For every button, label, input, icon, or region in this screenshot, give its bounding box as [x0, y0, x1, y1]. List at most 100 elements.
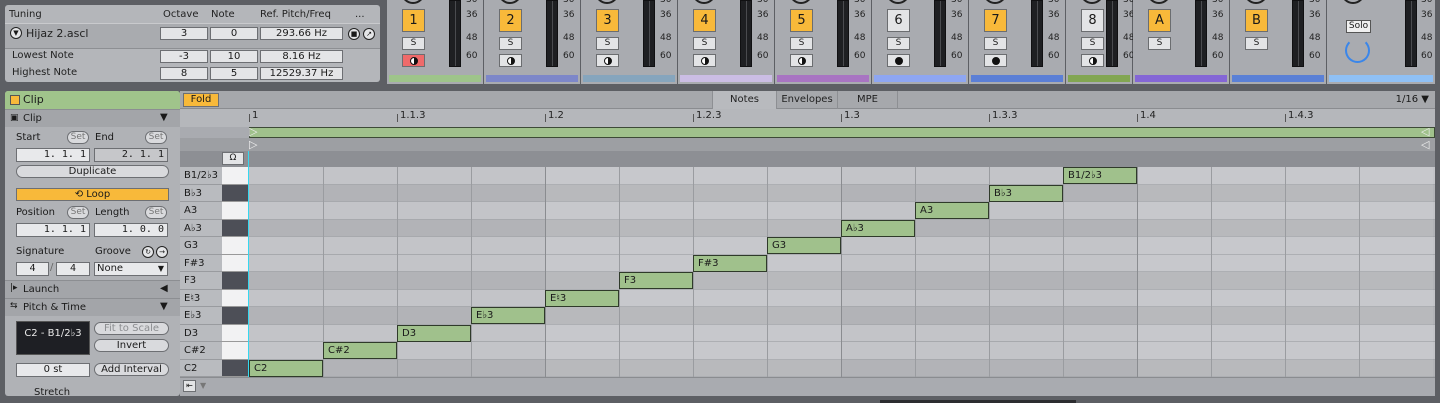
midi-note[interactable]: G3: [767, 237, 841, 254]
monitor-button[interactable]: [596, 54, 619, 67]
signature-denominator[interactable]: 4: [56, 262, 90, 276]
midi-note[interactable]: A♭3: [841, 219, 915, 237]
pan-knob[interactable]: [789, 0, 813, 4]
midi-note[interactable]: E♭3: [471, 307, 545, 324]
tuning-file-name[interactable]: Hijaz 2.ascl: [26, 27, 88, 40]
fold-button[interactable]: Fold: [183, 93, 219, 107]
pan-knob[interactable]: [983, 0, 1007, 4]
midi-note[interactable]: F#3: [693, 254, 767, 272]
lowest-octave-field[interactable]: -3: [160, 50, 208, 63]
pan-knob[interactable]: [1244, 0, 1268, 4]
track-activator-button[interactable]: 2: [499, 9, 522, 32]
clip-end-marker-icon[interactable]: ◁: [1421, 138, 1429, 151]
end-field[interactable]: 2. 1. 1: [94, 148, 168, 162]
piano-key[interactable]: [222, 254, 248, 272]
solo-button[interactable]: S: [984, 37, 1007, 50]
midi-note[interactable]: A3: [915, 202, 989, 219]
track-activator-button[interactable]: 6: [887, 9, 910, 32]
piano-key[interactable]: [222, 219, 248, 237]
groove-select[interactable]: None ▼: [94, 262, 168, 276]
fold-key-icon[interactable]: ⇤: [183, 380, 196, 392]
highest-octave-field[interactable]: 8: [160, 67, 208, 80]
pitch-time-section-header[interactable]: Pitch & Time: [5, 298, 180, 316]
length-set-button[interactable]: Set: [145, 206, 167, 219]
note-grid[interactable]: B1/2♭3 B♭3 A3 A♭3 G3 F#3 F3 E♮3 E♭3 D3 C#2 C2 C2 C#2 D…: [180, 167, 1435, 377]
solo-button[interactable]: S: [596, 37, 619, 50]
pan-knob[interactable]: [1147, 0, 1171, 4]
monitor-button[interactable]: [1081, 54, 1104, 67]
tuning-dropdown-icon[interactable]: ▼: [10, 27, 22, 39]
solo-button[interactable]: S: [1148, 37, 1171, 50]
piano-key[interactable]: [222, 272, 248, 290]
track-activator-button[interactable]: A: [1148, 9, 1171, 32]
groove-hotswap-icon[interactable]: ↻: [142, 246, 154, 258]
midi-note[interactable]: B♭3: [989, 184, 1063, 202]
piano-key[interactable]: [222, 202, 248, 220]
fit-to-scale-button[interactable]: Fit to Scale: [94, 322, 169, 335]
midi-note[interactable]: E♮3: [545, 289, 619, 307]
preview-headphones-icon[interactable]: Ω: [222, 152, 244, 165]
solo-button[interactable]: S: [1245, 37, 1268, 50]
launch-section-header[interactable]: Launch: [5, 280, 180, 298]
midi-note[interactable]: C#2: [323, 342, 397, 359]
end-set-button[interactable]: Set: [145, 131, 167, 144]
midi-note[interactable]: D3: [397, 324, 471, 342]
ref-note-field[interactable]: 0: [210, 27, 258, 40]
monitor-button[interactable]: [790, 54, 813, 67]
highest-freq-field[interactable]: 12529.37 Hz: [260, 67, 343, 80]
export-icon[interactable]: ↗: [363, 28, 375, 40]
clip-section-header[interactable]: Clip: [5, 109, 180, 127]
tab-envelopes[interactable]: Envelopes: [776, 91, 837, 109]
chevron-down-icon[interactable]: ▼: [200, 381, 206, 390]
lowest-note-field[interactable]: 10: [210, 50, 258, 63]
collapse-triangle-icon[interactable]: ▼: [160, 301, 168, 312]
track-activator-button[interactable]: 4: [693, 9, 716, 32]
pan-knob[interactable]: [692, 0, 716, 4]
add-interval-button[interactable]: Add Interval: [94, 363, 169, 376]
pan-knob[interactable]: [1080, 0, 1104, 4]
monitor-button[interactable]: [693, 54, 716, 67]
clip-start-marker-icon[interactable]: ▷: [249, 138, 257, 151]
tab-mpe[interactable]: MPE: [837, 91, 898, 109]
position-set-button[interactable]: Set: [67, 206, 89, 219]
expand-triangle-icon[interactable]: ◀: [160, 283, 168, 294]
piano-key[interactable]: [222, 359, 248, 377]
midi-note[interactable]: C2: [249, 359, 323, 377]
solo-button[interactable]: S: [693, 37, 716, 50]
piano-key[interactable]: [222, 237, 248, 255]
monitor-button[interactable]: [499, 54, 522, 67]
solo-button[interactable]: S: [887, 37, 910, 50]
pan-knob[interactable]: [1341, 0, 1365, 4]
track-activator-button[interactable]: 3: [596, 9, 619, 32]
start-set-button[interactable]: Set: [67, 131, 89, 144]
monitor-button[interactable]: [984, 54, 1007, 67]
piano-key[interactable]: [222, 324, 248, 342]
lowest-freq-field[interactable]: 8.16 Hz: [260, 50, 343, 63]
solo-button[interactable]: S: [499, 37, 522, 50]
start-field[interactable]: 1. 1. 1: [16, 148, 90, 162]
loop-brace[interactable]: [249, 127, 1435, 138]
piano-key[interactable]: [222, 342, 248, 360]
pan-knob[interactable]: [595, 0, 619, 4]
piano-key[interactable]: [222, 167, 248, 185]
solo-button[interactable]: S: [790, 37, 813, 50]
piano-key[interactable]: [222, 184, 248, 202]
loop-start-marker-icon[interactable]: ▷: [249, 125, 257, 138]
ref-freq-field[interactable]: 293.66 Hz: [260, 27, 343, 40]
track-activator-button[interactable]: 1: [402, 9, 425, 32]
duplicate-button[interactable]: Duplicate: [16, 165, 169, 178]
track-activator-button[interactable]: 7: [984, 9, 1007, 32]
position-field[interactable]: 1. 1. 1: [16, 223, 90, 237]
save-icon[interactable]: ■: [348, 28, 360, 40]
interval-field[interactable]: 0 st: [16, 363, 90, 377]
collapse-triangle-icon[interactable]: ▼: [160, 112, 168, 123]
signature-numerator[interactable]: 4: [16, 262, 49, 276]
grid-size-select[interactable]: 1/16 ▼: [1396, 94, 1429, 105]
master-solo-button[interactable]: Solo: [1346, 20, 1371, 33]
solo-button[interactable]: S: [1081, 37, 1104, 50]
track-activator-button[interactable]: B: [1245, 9, 1268, 32]
loop-end-marker-icon[interactable]: ◁: [1421, 125, 1429, 138]
midi-note[interactable]: F3: [619, 272, 693, 289]
pan-knob[interactable]: [886, 0, 910, 4]
pan-knob[interactable]: [498, 0, 522, 4]
